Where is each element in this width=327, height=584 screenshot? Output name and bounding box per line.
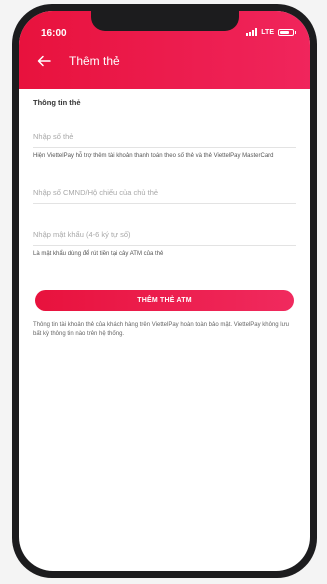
phone-frame: 16:00 LTE Thêm thẻ Thông tin thẻ Nhập số… (12, 4, 317, 578)
section-title: Thông tin thẻ (33, 98, 81, 107)
app-header: 16:00 LTE Thêm thẻ (19, 11, 310, 89)
battery-icon (278, 28, 296, 36)
status-icons: LTE (246, 28, 296, 36)
add-card-form: Thông tin thẻ Hiện ViettelPay hỗ trợ thê… (19, 89, 310, 571)
id-number-input[interactable] (33, 181, 296, 203)
pin-hint: Là mật khẩu dùng để rút tiền tại cây ATM… (33, 251, 164, 257)
back-button[interactable] (33, 51, 55, 71)
page-title: Thêm thẻ (69, 54, 120, 68)
card-number-input[interactable] (33, 125, 296, 147)
phone-notch (90, 11, 239, 31)
network-label: LTE (261, 28, 274, 36)
security-note: Thông tin tài khoản thẻ của khách hàng t… (33, 322, 289, 337)
card-number-hint: Hiện ViettelPay hỗ trợ thêm tài khoản th… (33, 153, 274, 159)
app-screen: 16:00 LTE Thêm thẻ Thông tin thẻ Nhập số… (19, 11, 310, 571)
add-atm-card-button[interactable]: THÊM THẺ ATM (35, 290, 294, 311)
pin-input[interactable] (33, 223, 296, 245)
stage: 16:00 LTE Thêm thẻ Thông tin thẻ Nhập số… (0, 0, 327, 584)
card-number-field[interactable] (33, 125, 296, 148)
back-arrow-icon (37, 55, 51, 67)
status-time: 16:00 (41, 28, 67, 39)
signal-icon (246, 28, 258, 36)
id-number-field[interactable] (33, 181, 296, 204)
pin-field[interactable] (33, 223, 296, 246)
